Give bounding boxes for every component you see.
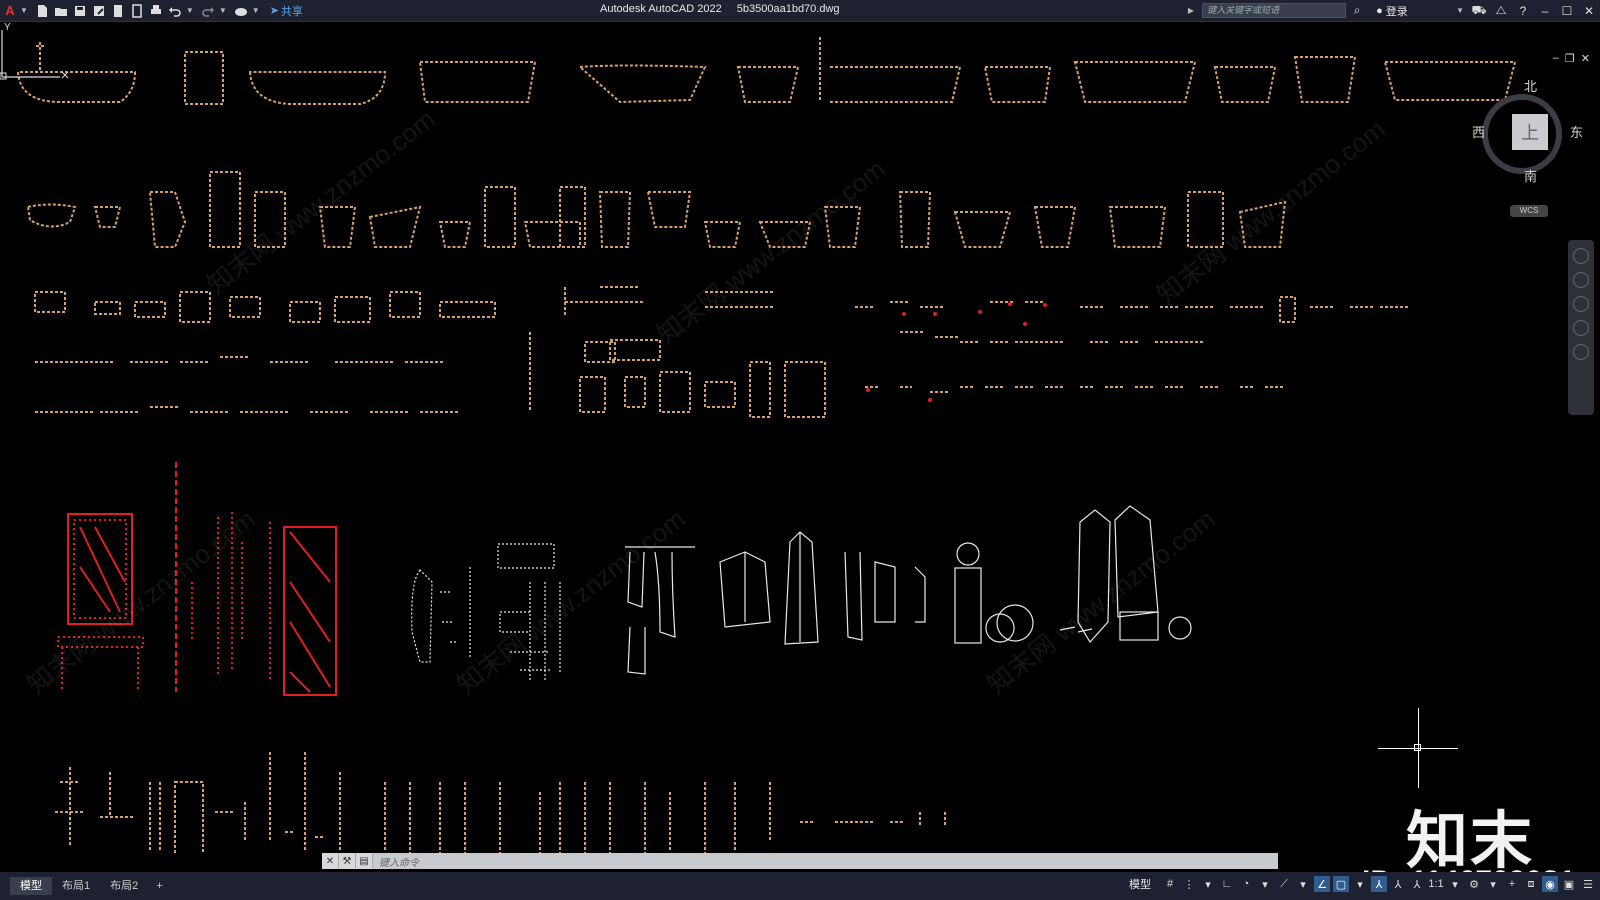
ortho-icon[interactable]: ∟ bbox=[1219, 876, 1235, 892]
publish-icon[interactable] bbox=[129, 2, 146, 19]
print-icon[interactable] bbox=[148, 2, 165, 19]
compass-north[interactable]: 北 bbox=[1524, 76, 1537, 95]
command-input[interactable]: 键入命令 bbox=[373, 854, 419, 869]
snap-icon[interactable]: ⋮ bbox=[1181, 876, 1197, 892]
viewport-minimize-button[interactable]: – bbox=[1553, 52, 1559, 65]
add-layout-button[interactable]: + bbox=[148, 880, 170, 892]
scale-label[interactable]: 1:1 bbox=[1428, 876, 1444, 892]
compass-east[interactable]: 东 bbox=[1570, 122, 1583, 141]
chevron-down-icon[interactable]: ▾ bbox=[1200, 876, 1216, 892]
orbit-icon[interactable] bbox=[1573, 320, 1589, 336]
object-snap-tracking-icon[interactable]: ∠ bbox=[1314, 876, 1330, 892]
title-bar-right: ▶ 键入关键字或短语 ⌕ ● 登录 ▼ ⛟ ⧍ ? – ☐ ✕ bbox=[1188, 0, 1600, 21]
chevron-down-icon[interactable]: ▼ bbox=[1456, 6, 1464, 15]
chevron-down-icon[interactable]: ▼ bbox=[252, 6, 260, 15]
help-icon[interactable]: ? bbox=[1512, 0, 1534, 21]
status-toggles: 模型 # ⋮ ▾ ∟ ◔ ▾ ⟋ ▾ ∠ ▢ ▾ ⅄ ⅄ ⅄ 1:1 ▾ ⚙ ▾… bbox=[1129, 876, 1596, 892]
layout-tabs: 模型 布局1 布局2 + bbox=[0, 872, 171, 900]
plot-preview-icon[interactable] bbox=[110, 2, 127, 19]
showmotion-icon[interactable] bbox=[1573, 344, 1589, 360]
chevron-down-icon[interactable]: ▾ bbox=[1257, 876, 1273, 892]
tab-layout2[interactable]: 布局2 bbox=[100, 877, 148, 895]
tab-model[interactable]: 模型 bbox=[10, 877, 52, 895]
customize-menu-icon[interactable]: ☰ bbox=[1580, 876, 1596, 892]
chevron-down-icon[interactable]: ▾ bbox=[1485, 876, 1501, 892]
grid-icon[interactable]: # bbox=[1162, 876, 1178, 892]
window-title: Autodesk AutoCAD 2022 5b3500aa1bd70.dwg bbox=[600, 3, 852, 15]
product-name: Autodesk AutoCAD 2022 bbox=[600, 3, 722, 15]
compass-south[interactable]: 南 bbox=[1524, 166, 1537, 185]
command-line: ✕ ⚒ ▤ 键入命令 bbox=[322, 853, 1278, 869]
hardware-acceleration-icon[interactable]: ◉ bbox=[1542, 876, 1558, 892]
steering-wheel-icon[interactable] bbox=[1573, 248, 1589, 264]
shower-fittings-row bbox=[55, 752, 946, 854]
annotation-visibility-icon[interactable]: ⅄ bbox=[1371, 876, 1387, 892]
polar-icon[interactable]: ◔ bbox=[1238, 876, 1254, 892]
wcs-menu[interactable]: WCS bbox=[1510, 205, 1548, 217]
viewport-controls: – ❐ ✕ bbox=[1553, 52, 1590, 65]
chevron-down-icon[interactable]: ▼ bbox=[186, 6, 194, 15]
save-as-icon[interactable] bbox=[91, 2, 108, 19]
cart-icon[interactable]: ⛟ bbox=[1468, 0, 1490, 21]
chevron-down-icon[interactable]: ▾ bbox=[1295, 876, 1311, 892]
clean-screen-icon[interactable]: ▣ bbox=[1561, 876, 1577, 892]
save-icon[interactable] bbox=[72, 2, 89, 19]
svg-text:Y: Y bbox=[4, 22, 11, 33]
share-button[interactable]: ➤ 共享 bbox=[270, 3, 303, 19]
wrench-icon[interactable]: ⚒ bbox=[339, 853, 356, 869]
undo-icon[interactable] bbox=[167, 2, 184, 19]
recent-commands-icon[interactable]: ▤ bbox=[356, 853, 373, 869]
tab-layout1[interactable]: 布局1 bbox=[52, 877, 100, 895]
quick-access-toolbar: A ▼ ▼ ▼ ▼ ➤ 共享 bbox=[0, 0, 303, 21]
chevron-down-icon[interactable]: ▼ bbox=[219, 6, 227, 15]
pan-icon[interactable] bbox=[1573, 272, 1589, 288]
open-icon[interactable] bbox=[53, 2, 70, 19]
object-snap-icon[interactable]: ▢ bbox=[1333, 876, 1349, 892]
chevron-down-icon[interactable]: ▾ bbox=[1352, 876, 1368, 892]
search-icon[interactable]: ⌕ bbox=[1346, 0, 1368, 21]
plus-icon[interactable]: + bbox=[1504, 876, 1520, 892]
crosshair-pickbox bbox=[1414, 744, 1421, 751]
title-bar: A ▼ ▼ ▼ ▼ ➤ 共享 Autodesk AutoCAD 2022 5b3… bbox=[0, 0, 1600, 22]
chevron-down-icon[interactable]: ▾ bbox=[1447, 876, 1463, 892]
maximize-button[interactable]: ☐ bbox=[1556, 0, 1578, 21]
viewcube[interactable]: 上 北 南 西 东 bbox=[1470, 74, 1583, 185]
new-icon[interactable] bbox=[34, 2, 51, 19]
minimize-button[interactable]: – bbox=[1534, 0, 1556, 21]
status-bar: 模型 布局1 布局2 + 模型 # ⋮ ▾ ∟ ◔ ▾ ⟋ ▾ ∠ ▢ ▾ ⅄ … bbox=[0, 872, 1600, 900]
redo-icon[interactable] bbox=[200, 2, 217, 19]
auto-scale-icon[interactable]: ⅄ bbox=[1390, 876, 1406, 892]
red-dimension-text bbox=[866, 302, 1047, 402]
model-space-toggle[interactable]: 模型 bbox=[1129, 876, 1151, 892]
user-icon: ● bbox=[1376, 4, 1383, 17]
isolate-objects-icon[interactable]: ⧈ bbox=[1523, 876, 1539, 892]
paper-plane-icon: ➤ bbox=[269, 5, 279, 17]
login-button[interactable]: ● 登录 bbox=[1376, 3, 1456, 19]
search-input[interactable]: 键入关键字或短语 bbox=[1202, 3, 1347, 18]
toilet-row bbox=[26, 171, 1287, 248]
application-menu-button[interactable]: A bbox=[2, 3, 18, 19]
viewcube-top-face[interactable]: 上 bbox=[1512, 114, 1548, 150]
navigation-bar bbox=[1568, 240, 1594, 415]
chevron-down-icon[interactable]: ▼ bbox=[20, 6, 28, 15]
login-label: 登录 bbox=[1385, 5, 1408, 18]
zoom-extents-icon[interactable] bbox=[1573, 296, 1589, 312]
chevron-right-icon[interactable]: ▶ bbox=[1188, 6, 1194, 15]
share-label: 共享 bbox=[280, 5, 303, 18]
bathtub-row bbox=[16, 37, 1517, 105]
viewport-restore-button[interactable]: ❐ bbox=[1565, 52, 1575, 65]
close-icon[interactable]: ✕ bbox=[322, 853, 339, 869]
compass-west[interactable]: 西 bbox=[1472, 122, 1485, 141]
gear-icon[interactable]: ⚙ bbox=[1466, 876, 1482, 892]
isodraft-icon[interactable]: ⟋ bbox=[1276, 876, 1292, 892]
file-name: 5b3500aa1bd70.dwg bbox=[736, 3, 840, 15]
workspace-icon[interactable] bbox=[233, 2, 250, 19]
close-button[interactable]: ✕ bbox=[1578, 0, 1600, 21]
autodesk-a360-icon[interactable]: ⧍ bbox=[1490, 0, 1512, 21]
ucs-icon: Y bbox=[0, 22, 69, 80]
annotation-scale-icon[interactable]: ⅄ bbox=[1409, 876, 1425, 892]
drawing-canvas[interactable]: 知末网 www.znzmo.com 知末网 www.znzmo.com 知末网 … bbox=[0, 22, 1600, 898]
viewport-close-button[interactable]: ✕ bbox=[1581, 52, 1590, 65]
